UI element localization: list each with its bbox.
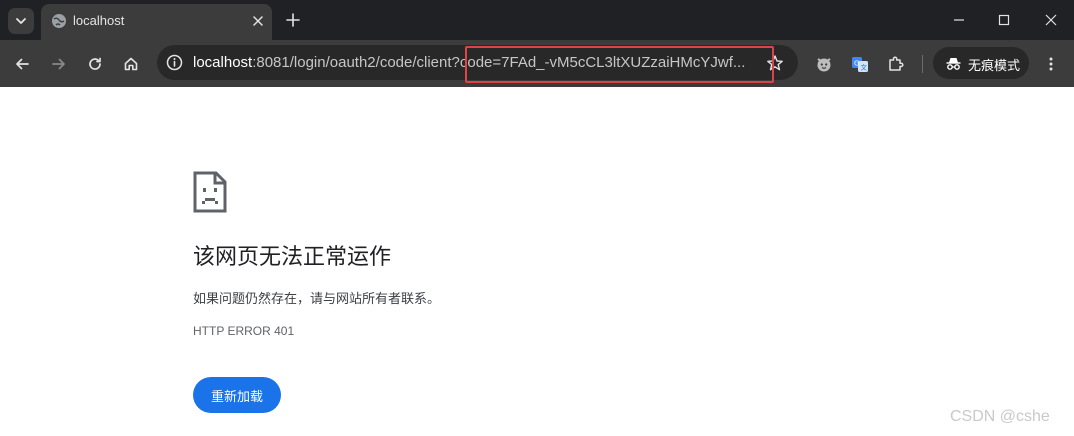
- svg-text:文: 文: [861, 63, 868, 72]
- extensions-button[interactable]: [883, 51, 909, 77]
- translate-extension-button[interactable]: G 文: [847, 51, 873, 77]
- kebab-menu-icon: [1049, 57, 1053, 71]
- error-code: HTTP ERROR 401: [193, 324, 295, 338]
- globe-icon: [52, 14, 66, 28]
- url-host: localhost: [193, 54, 253, 71]
- reload-icon: [89, 57, 101, 70]
- tab-localhost[interactable]: localhost: [41, 4, 272, 40]
- incognito-label: 无痕模式: [968, 59, 1021, 74]
- close-window-button[interactable]: [1039, 8, 1063, 32]
- watermark: CSDN @cshe: [950, 408, 1050, 425]
- maximize-icon: [998, 14, 1010, 26]
- menu-button[interactable]: [1038, 51, 1064, 77]
- toolbar-divider: [922, 55, 923, 73]
- back-button[interactable]: [9, 51, 35, 77]
- home-icon: [124, 57, 138, 71]
- arrow-left-icon: [16, 58, 29, 70]
- minimize-icon: [954, 19, 964, 21]
- tab-close-button[interactable]: [249, 12, 267, 30]
- incognito-icon: [946, 58, 961, 70]
- reload-page-button[interactable]: 重新加载: [193, 377, 281, 413]
- home-button[interactable]: [118, 51, 144, 77]
- forward-button[interactable]: [46, 51, 72, 77]
- info-icon[interactable]: [166, 54, 183, 71]
- new-tab-button[interactable]: [283, 10, 303, 30]
- browser-window: localhost localhost:8081/login/oauth2/co…: [0, 0, 1074, 436]
- translate-extension-icon: G 文: [852, 57, 868, 72]
- reload-button[interactable]: [82, 51, 108, 77]
- chevron-down-icon: [16, 18, 26, 24]
- tab-search-button[interactable]: [8, 8, 34, 34]
- error-title: 该网页无法正常运作: [193, 245, 392, 270]
- fox-extension-button[interactable]: [811, 51, 837, 77]
- url-highlight-annotation: [465, 46, 774, 83]
- maximize-button[interactable]: [992, 8, 1016, 32]
- minimize-button[interactable]: [947, 8, 971, 32]
- page-content: 该网页无法正常运作 如果问题仍然存在，请与网站所有者联系。 HTTP ERROR…: [0, 87, 1074, 436]
- plus-icon: [286, 13, 300, 27]
- tab-strip: localhost: [0, 0, 1074, 40]
- close-icon: [253, 16, 263, 26]
- svg-text:G: G: [854, 60, 859, 68]
- error-description: 如果问题仍然存在，请与网站所有者联系。: [193, 292, 441, 307]
- arrow-right-icon: [52, 58, 65, 70]
- close-window-icon: [1045, 14, 1057, 26]
- sad-page-icon: [193, 171, 227, 213]
- incognito-badge[interactable]: 无痕模式: [933, 47, 1029, 79]
- tab-title: localhost: [73, 13, 125, 28]
- puzzle-icon: [889, 56, 904, 71]
- fox-extension-icon: [817, 58, 831, 72]
